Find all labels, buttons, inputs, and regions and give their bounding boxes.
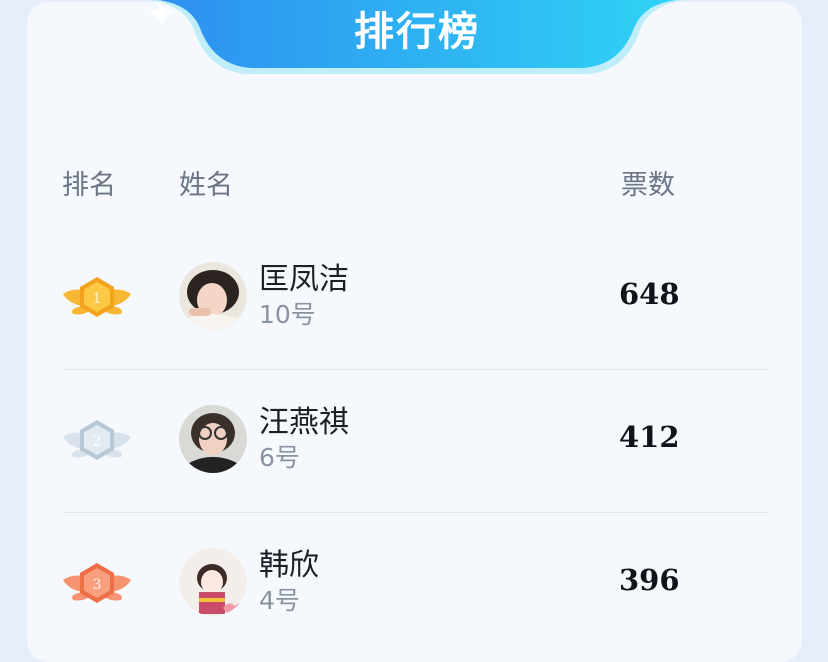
contestant-name: 匡凤洁: [259, 262, 349, 297]
votes-column-header: 票数: [621, 170, 675, 201]
avatar: [179, 405, 247, 473]
contestant-name: 韩欣: [259, 548, 319, 583]
divider: [63, 369, 768, 370]
vote-count: 412: [619, 420, 680, 454]
rank-column-header: 排名: [62, 170, 116, 201]
avatar: [179, 262, 247, 330]
ranking-row[interactable]: 2 汪燕祺 6号 412: [0, 371, 828, 514]
ranking-row[interactable]: 1 匡凤洁 10号 648: [0, 228, 828, 371]
gold-medal-icon: 1: [63, 277, 131, 317]
bronze-medal-icon: 3: [63, 563, 131, 603]
leaderboard-banner: 排行榜: [148, 0, 686, 80]
svg-text:3: 3: [93, 577, 102, 593]
vote-count: 396: [619, 563, 680, 597]
sparkle-icon: [148, 0, 174, 26]
contestant-number: 4号: [259, 586, 300, 615]
svg-text:2: 2: [93, 434, 102, 450]
silver-medal-icon: 2: [63, 420, 131, 460]
divider: [63, 512, 768, 513]
avatar: [179, 548, 247, 616]
contestant-number: 10号: [259, 300, 316, 329]
page-title: 排行榜: [354, 9, 480, 55]
vote-count: 648: [619, 277, 680, 311]
contestant-name: 汪燕祺: [259, 405, 349, 440]
ranking-row[interactable]: 3 韩欣 4号 396: [0, 514, 828, 657]
svg-text:1: 1: [93, 291, 102, 307]
contestant-number: 6号: [259, 443, 300, 472]
name-column-header: 姓名: [179, 170, 233, 201]
